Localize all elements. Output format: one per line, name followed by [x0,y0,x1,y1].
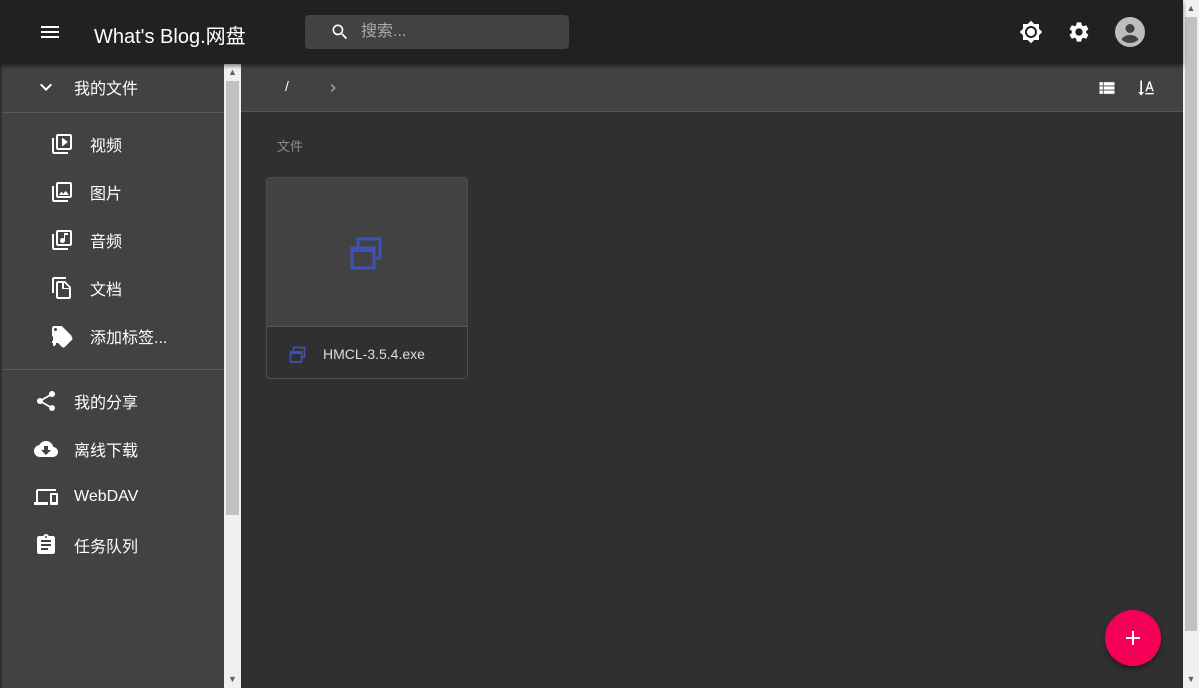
sidebar-item-label: 添加标签... [90,330,168,347]
menu-button[interactable] [30,12,70,52]
view-mode-button[interactable] [1095,76,1119,100]
chevron-down-icon [40,83,52,91]
sidebar-item-my-files[interactable]: 我的文件 [2,64,224,110]
plus-icon [1126,631,1140,645]
section-label-files: 文件 [277,139,304,154]
sidebar-item-my-shares[interactable]: 我的分享 [2,378,224,424]
sidebar-item-label: 离线下载 [74,443,139,460]
divider [2,369,224,370]
file-card[interactable]: HMCL-3.5.4.exe [266,177,468,379]
avatar-icon [1115,17,1145,47]
sidebar-item-label: 我的分享 [74,395,139,412]
sidebar-item-label: 音频 [90,234,123,251]
video-library-icon [52,134,72,154]
sidebar-item-video[interactable]: 视频 [2,121,224,167]
chevron-right-icon[interactable] [325,78,341,98]
clipboard-icon [37,534,55,554]
settings-button[interactable] [1059,12,1099,52]
executable-file-icon [350,237,382,270]
brightness-icon [1019,20,1043,44]
sort-by-alpha-icon [1138,80,1154,96]
sidebar-scrollbar[interactable]: ▲ ▼ [224,64,241,688]
sidebar: 我的文件 视频 图片 音频 文档 添加标签... 我的分享 离线下载 WebDA… [2,64,224,688]
file-preview [267,178,467,327]
path-navbar: / [241,64,1183,112]
hamburger-menu-icon [41,26,59,38]
image-library-icon [52,182,72,202]
sidebar-item-add-tag[interactable]: 添加标签... [2,313,224,359]
sidebar-item-images[interactable]: 图片 [2,169,224,215]
scroll-down-arrow[interactable]: ▼ [224,671,241,688]
sidebar-item-webdav[interactable]: WebDAV [2,474,224,520]
music-library-icon [52,230,72,250]
page-scrollbar[interactable]: ▲ ▼ [1183,0,1199,688]
devices-icon [34,489,58,505]
search-input[interactable] [361,15,561,49]
sidebar-item-documents[interactable]: 文档 [2,265,224,311]
breadcrumb-root[interactable]: / [285,78,289,94]
sidebar-item-label: 视频 [90,138,123,155]
sidebar-item-label: 文档 [90,282,123,299]
file-explorer: / 文件 HMCL-3.5.4.exe [241,64,1183,688]
list-view-icon [1099,82,1115,94]
sidebar-item-label: 我的文件 [74,81,139,98]
scroll-down-arrow[interactable]: ▼ [1183,671,1199,688]
share-icon [36,390,56,411]
theme-toggle-button[interactable] [1011,12,1051,52]
scroll-up-arrow[interactable]: ▲ [224,64,241,81]
sidebar-item-label: 任务队列 [74,539,139,556]
scrollbar-thumb[interactable] [1185,17,1197,631]
sidebar-item-label: 图片 [90,186,123,203]
sidebar-item-audio[interactable]: 音频 [2,217,224,263]
add-button[interactable] [1105,610,1161,666]
divider [2,112,224,113]
account-button[interactable] [1110,12,1150,52]
app-title: What's Blog.网盘 [94,26,246,48]
search-box[interactable] [305,15,569,49]
document-copy-icon [52,277,71,299]
tag-add-icon [52,326,73,348]
gear-icon [1069,22,1089,42]
app-bar: What's Blog.网盘 [0,0,1183,64]
search-icon [332,24,348,40]
sidebar-item-label: WebDAV [74,488,139,505]
scroll-up-arrow[interactable]: ▲ [1183,0,1199,17]
scrollbar-thumb[interactable] [226,81,239,515]
sidebar-item-offline-download[interactable]: 离线下载 [2,426,224,472]
app-window: What's Blog.网盘 我的文件 视频 图片 [0,0,1199,688]
cloud-download-icon [34,441,58,457]
sidebar-item-task-queue[interactable]: 任务队列 [2,522,224,568]
executable-file-icon [289,346,306,363]
sort-button[interactable] [1135,76,1159,100]
file-name: HMCL-3.5.4.exe [323,346,425,362]
